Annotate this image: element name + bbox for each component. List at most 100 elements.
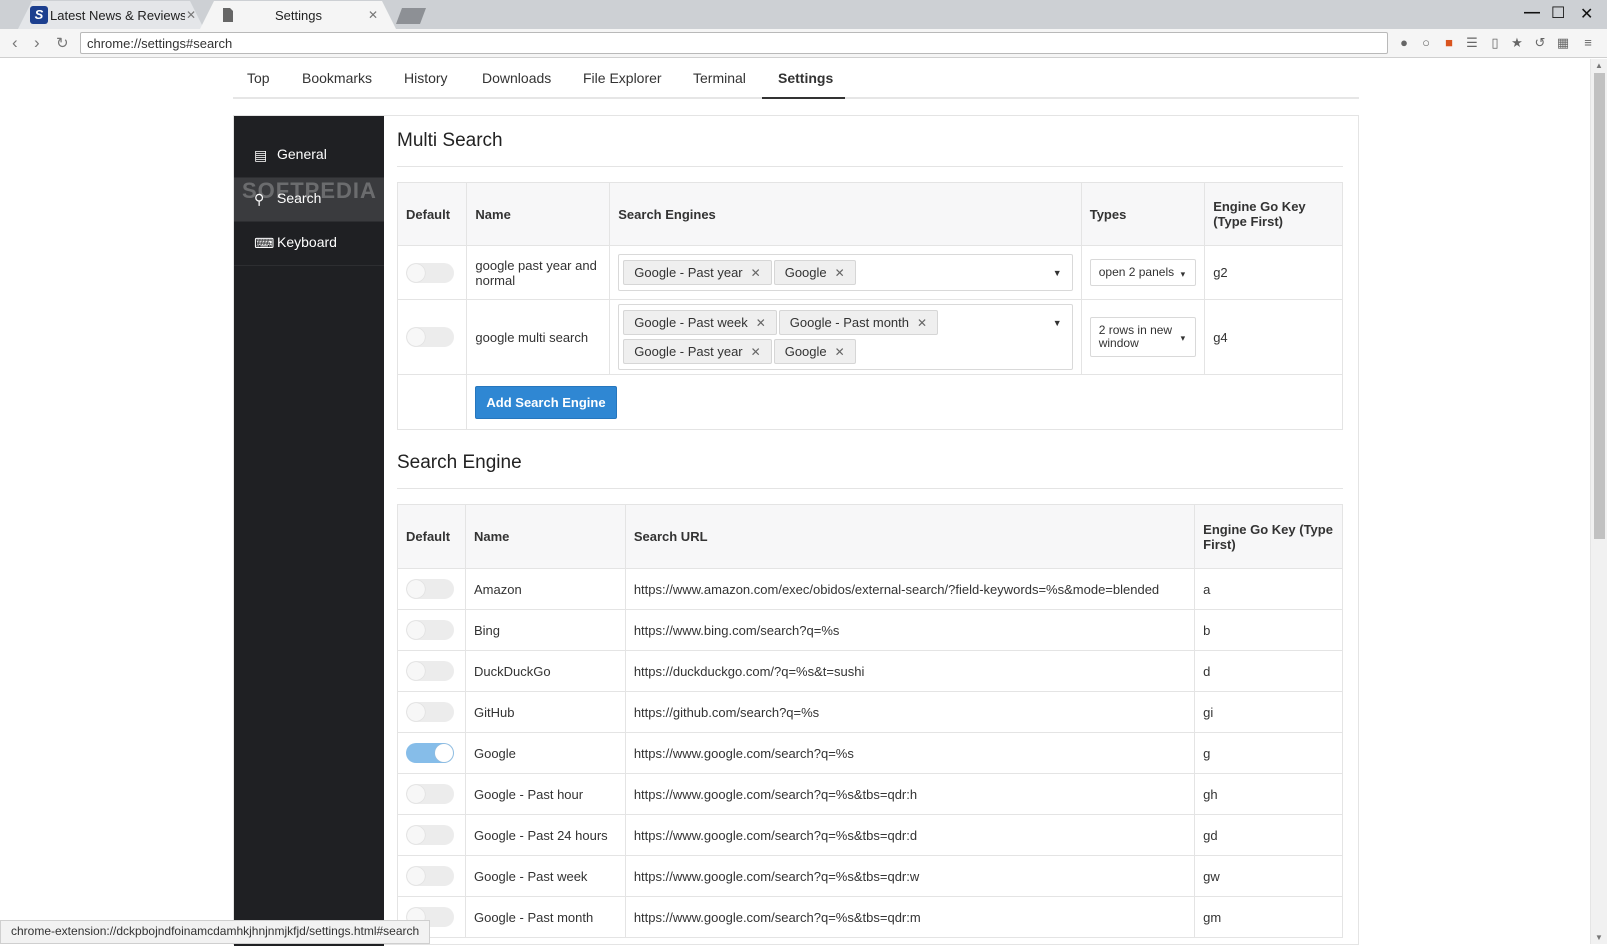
- list-icon: ▤: [254, 147, 268, 163]
- type-select[interactable]: 2 rows in new window ▾: [1089, 317, 1197, 357]
- remove-tag-icon[interactable]: ✕: [756, 316, 766, 330]
- status-bar-url: chrome-extension://dckpbojndfoinamcdamhk…: [0, 920, 431, 944]
- settings-panel: ▤ General ⚲ Search ⌨ Keyboard SOFTPEDIA …: [233, 115, 1359, 946]
- dropdown-arrow-icon: ▾: [1180, 333, 1186, 343]
- nav-top[interactable]: Top: [247, 70, 270, 86]
- nav-terminal[interactable]: Terminal: [693, 70, 746, 86]
- engine-tag: Google - Past month ✕: [778, 310, 939, 335]
- default-toggle[interactable]: [406, 661, 454, 681]
- tab-close-icon[interactable]: ✕: [186, 8, 196, 22]
- engine-tag: Google ✕: [773, 339, 856, 364]
- tab-settings-browser[interactable]: Settings ✕: [200, 1, 396, 29]
- grid-icon[interactable]: ▦: [1555, 35, 1571, 51]
- bookmark-star-icon[interactable]: ★: [1509, 35, 1525, 51]
- page-favicon-icon: [223, 8, 233, 22]
- row-key: a: [1194, 568, 1343, 610]
- browser-toolbar: ‹ › ↻ chrome://settings#search ● ○ ■ ☰ ▯…: [0, 29, 1607, 58]
- row-key: gm: [1194, 896, 1343, 938]
- sidebar-item-label: General: [277, 146, 327, 162]
- multi-search-table: Default Name Search Engines Types Engine…: [396, 182, 1343, 430]
- softpedia-favicon-icon: S: [30, 6, 48, 24]
- type-select[interactable]: open 2 panels ▾: [1089, 259, 1197, 286]
- address-bar[interactable]: chrome://settings#search: [80, 32, 1388, 54]
- engines-multiselect[interactable]: Google - Past year ✕ Google ✕ ▼: [618, 254, 1073, 291]
- row-url: https://www.google.com/search?q=%s&tbs=q…: [624, 896, 1196, 938]
- default-toggle[interactable]: [406, 579, 454, 599]
- default-toggle[interactable]: [406, 866, 454, 886]
- tab-title: Settings: [275, 8, 322, 23]
- extension-circle-icon[interactable]: ●: [1396, 35, 1412, 50]
- dropdown-arrow-icon[interactable]: ▼: [1053, 318, 1062, 328]
- search-icon: ⚲: [254, 191, 265, 207]
- engines-multiselect[interactable]: Google - Past week ✕ Google - Past month ✕ G…: [618, 304, 1073, 370]
- remove-tag-icon[interactable]: ✕: [835, 266, 845, 280]
- row-url: https://www.bing.com/search?q=%s: [624, 609, 1196, 651]
- scroll-down-icon[interactable]: ▼: [1595, 933, 1603, 942]
- col-header-engines: Search Engines: [609, 182, 1082, 246]
- row-url: https://www.google.com/search?q=%s&tbs=q…: [624, 773, 1196, 815]
- nav-file-explorer[interactable]: File Explorer: [583, 70, 662, 86]
- default-toggle[interactable]: [406, 784, 454, 804]
- table-row: Google - Past hour https://www.google.com…: [397, 773, 1343, 815]
- table-row: Bing https://www.bing.com/search?q=%s b: [397, 609, 1343, 651]
- extension-orange-icon[interactable]: ■: [1441, 35, 1457, 50]
- scroll-up-icon[interactable]: ▲: [1595, 61, 1603, 70]
- sidebar-item-label: Search: [277, 190, 322, 206]
- history-icon[interactable]: ↺: [1532, 35, 1548, 51]
- col-header-default: Default: [397, 504, 466, 569]
- row-key: gd: [1194, 814, 1343, 856]
- menu-icon[interactable]: ≡: [1580, 35, 1596, 50]
- default-toggle[interactable]: [406, 327, 454, 347]
- row-name: Google - Past hour: [464, 773, 626, 815]
- default-toggle[interactable]: [406, 825, 454, 845]
- sidebar-item-keyboard[interactable]: ⌨ Keyboard: [234, 222, 384, 266]
- row-key: gw: [1194, 855, 1343, 897]
- col-header-key: Engine Go Key (Type First): [1194, 504, 1343, 569]
- table-header-row: Default Name Search Engines Types Engine…: [396, 182, 1343, 246]
- table-row: GitHub https://github.com/search?q=%s gi: [397, 691, 1343, 733]
- table-row: DuckDuckGo https://duckduckgo.com/?q=%s&t…: [397, 650, 1343, 692]
- sidebar-item-general[interactable]: ▤ General: [234, 134, 384, 178]
- remove-tag-icon[interactable]: ✕: [751, 266, 761, 280]
- nav-bookmarks[interactable]: Bookmarks: [302, 70, 372, 86]
- row-name: Google - Past month: [464, 896, 626, 938]
- engine-tag: Google ✕: [773, 260, 856, 285]
- row-key: g2: [1204, 245, 1343, 300]
- sidebar-item-label: Keyboard: [277, 234, 337, 250]
- reload-icon[interactable]: ↻: [56, 34, 69, 52]
- nav-downloads[interactable]: Downloads: [482, 70, 551, 86]
- extension-ring-icon[interactable]: ○: [1418, 35, 1434, 50]
- scroll-thumb[interactable]: [1594, 73, 1605, 539]
- remove-tag-icon[interactable]: ✕: [917, 316, 927, 330]
- tab-close-icon[interactable]: ✕: [368, 8, 378, 22]
- active-nav-underline: [762, 97, 845, 99]
- maximize-icon[interactable]: ☐: [1551, 3, 1565, 23]
- dropdown-arrow-icon[interactable]: ▼: [1053, 268, 1062, 278]
- dropdown-arrow-icon: ▾: [1180, 268, 1186, 279]
- default-toggle[interactable]: [406, 702, 454, 722]
- nav-history[interactable]: History: [404, 70, 448, 86]
- nav-settings[interactable]: Settings: [778, 70, 833, 86]
- add-search-engine-button[interactable]: Add Search Engine: [475, 385, 617, 419]
- list-extension-icon[interactable]: ☰: [1464, 35, 1480, 51]
- default-toggle[interactable]: [406, 620, 454, 640]
- new-tab-button[interactable]: [396, 8, 426, 24]
- tab-latest-news[interactable]: S Latest News & Reviews ✕: [18, 1, 204, 29]
- sidebar-item-search[interactable]: ⚲ Search: [234, 178, 384, 222]
- remove-tag-icon[interactable]: ✕: [835, 345, 845, 359]
- remove-tag-icon[interactable]: ✕: [751, 345, 761, 359]
- row-key: gh: [1194, 773, 1343, 815]
- forward-icon[interactable]: ›: [34, 33, 40, 53]
- page-scrollbar[interactable]: ▲ ▼: [1590, 59, 1607, 944]
- col-header-name: Name: [464, 504, 626, 569]
- row-name: Amazon: [464, 568, 626, 610]
- minimize-icon[interactable]: —: [1524, 4, 1540, 22]
- close-window-icon[interactable]: ✕: [1580, 4, 1593, 24]
- mobile-icon[interactable]: ▯: [1487, 35, 1503, 51]
- back-icon[interactable]: ‹: [12, 33, 18, 53]
- default-toggle[interactable]: [406, 262, 454, 283]
- col-header-types: Types: [1080, 182, 1206, 246]
- page: Top Bookmarks History Downloads File Exp…: [0, 59, 1607, 946]
- default-toggle[interactable]: [406, 743, 454, 763]
- row-key: b: [1194, 609, 1343, 651]
